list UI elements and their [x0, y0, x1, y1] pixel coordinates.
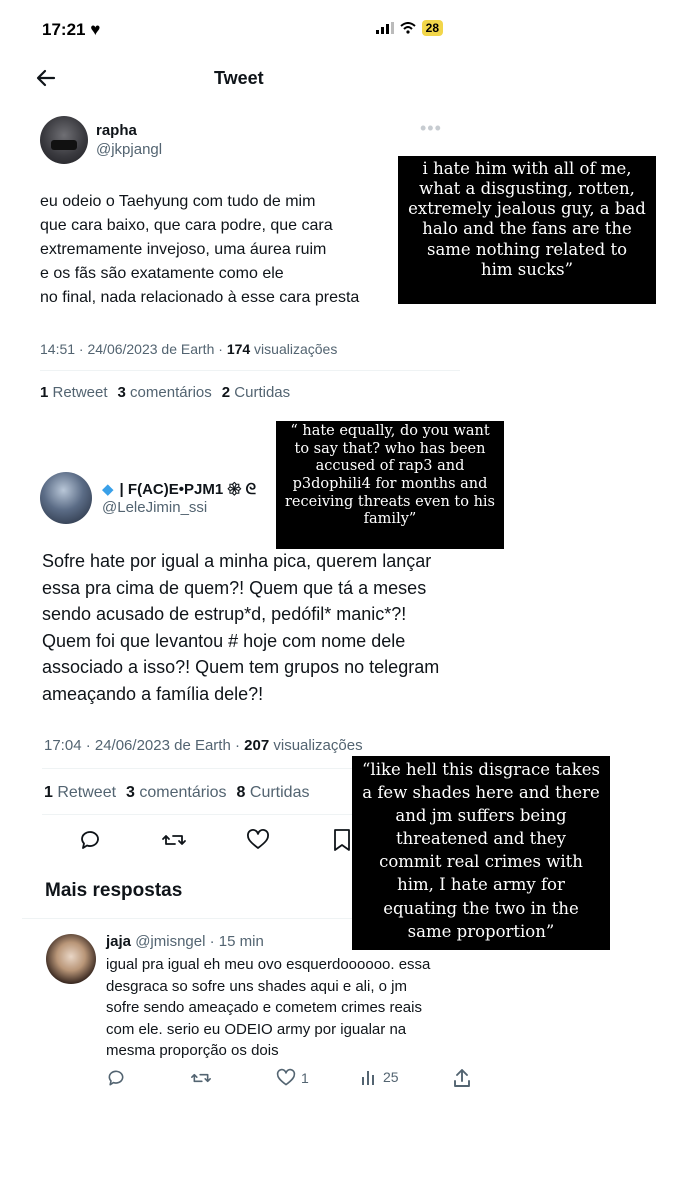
reply-icon[interactable] [78, 828, 102, 852]
tweet-line: que cara baixo, que cara podre, que cara [40, 217, 333, 234]
wifi-icon [399, 22, 416, 34]
avatar[interactable] [40, 472, 92, 524]
author-name[interactable]: rapha [96, 122, 137, 139]
reply-line: igual pra igual eh meu ovo esquerdoooooo… [106, 956, 431, 973]
author-handle[interactable]: @jmisngel [135, 933, 205, 950]
reply-line: sofre sendo ameaçado e cometem crimes re… [106, 999, 422, 1016]
caption-box-3: “like hell this disgrace takes a few sha… [352, 756, 610, 950]
tweet-line: extremamente invejoso, uma áurea ruim [40, 241, 327, 258]
retweet-icon[interactable] [161, 828, 187, 852]
tweet-line: associado a isso?! Quem tem grupos no te… [42, 657, 440, 677]
tweet-line: Sofre hate por igual a minha pica, quere… [42, 551, 432, 571]
tweet-meta: 17:04 · 24/06/2023 de Earth · 207 visual… [44, 737, 363, 754]
like-icon [276, 1068, 296, 1086]
diamond-icon: ◆ [102, 480, 114, 498]
tweet-meta: 14:51 · 24/06/2023 de Earth · 174 visual… [40, 341, 337, 357]
reply-line: com ele. serio eu ODEIO army por igualar… [106, 1020, 407, 1038]
author-name-text: | F(AC)E•PJM1 𑁍 ᘓ [119, 481, 257, 498]
timestamp: 14:51 · 24/06/2023 de Earth · [40, 341, 227, 357]
tweet-line: sendo acusado de estrup*d, pedófil* mani… [42, 604, 407, 624]
reply-text: igual pra igual eh meu ovo esquerdoooooo… [106, 954, 430, 1062]
views-label: visualizações [269, 737, 363, 754]
back-arrow-icon[interactable] [34, 66, 58, 90]
clock-text: 17:21 [42, 20, 86, 39]
author-name[interactable]: jaja [106, 933, 131, 950]
caption-box-2: “ hate equally, do you want to say that?… [276, 421, 504, 549]
tweet-line: Quem foi que levantou # hoje com nome de… [42, 630, 406, 651]
views-label: visualizações [250, 341, 338, 357]
tweet-text: eu odeio o Taehyung com tudo de mim que … [40, 190, 359, 310]
tweet-line: e os fãs são exatamente como ele [40, 265, 284, 282]
comment-count[interactable]: 3 comentários [126, 784, 227, 802]
reply-header: jaja @jmisngel · 15 min [106, 933, 264, 950]
like-count[interactable]: 2 Curtidas [222, 384, 290, 401]
status-time: 17:21 ♥ [42, 20, 100, 40]
more-options-icon[interactable]: ••• [420, 118, 442, 139]
caption-box-1: i hate him with all of me, what a disgus… [398, 156, 656, 304]
reply-icon[interactable] [106, 1068, 126, 1088]
signal-icon [375, 22, 394, 34]
retweet-icon[interactable] [190, 1068, 212, 1088]
retweet-count[interactable]: 1 Retweet [40, 384, 108, 401]
bookmark-icon[interactable] [331, 828, 353, 852]
like-icon[interactable] [246, 828, 270, 852]
share-icon[interactable] [452, 1068, 472, 1088]
retweet-count[interactable]: 1 Retweet [44, 784, 116, 802]
author-handle[interactable]: @jkpjangl [96, 141, 162, 158]
engagement-stats: 1 Retweet 3 comentários 8 Curtidas [44, 784, 309, 802]
tweet-text: Sofre hate por igual a minha pica, quere… [42, 548, 439, 707]
views-action[interactable]: 25 [360, 1068, 399, 1086]
timestamp: 17:04 · 24/06/2023 de Earth · [44, 737, 245, 754]
like-action[interactable]: 1 [276, 1068, 309, 1088]
tweet-line: essa pra cima de quem?! Quem que tá a me… [42, 577, 427, 598]
page-title: Tweet [214, 68, 264, 88]
status-indicators: 28 [375, 20, 443, 36]
tweet-line: no final, nada relacionado à esse cara p… [40, 289, 360, 306]
views-icon [362, 1071, 374, 1085]
reply-time: · 15 min [205, 933, 264, 950]
view-count: 207 [244, 737, 270, 754]
battery-indicator: 28 [421, 20, 443, 36]
author-name[interactable]: ◆ | F(AC)E•PJM1 𑁍 ᘓ [102, 478, 256, 499]
reply-line: mesma proporção os dois [106, 1042, 279, 1059]
like-count: 1 [301, 1070, 309, 1086]
tweet-line: eu odeio o Taehyung com tudo de mim [40, 193, 316, 210]
divider [40, 370, 460, 371]
avatar[interactable] [40, 116, 88, 164]
more-replies-heading: Mais respostas [45, 880, 183, 901]
author-handle[interactable]: @LeleJimin_ssi [102, 499, 207, 516]
tweet-card-1: rapha @jkpjangl ••• eu odeio o Taehyung … [18, 108, 460, 414]
reply-line: desgraca so sofre uns shades aqui e ali,… [106, 977, 408, 995]
tweet-line: ameaçando a família dele?! [42, 683, 264, 704]
engagement-stats: 1 Retweet 3 comentários 2 Curtidas [40, 384, 290, 401]
comment-count[interactable]: 3 comentários [118, 384, 212, 401]
avatar[interactable] [46, 934, 96, 984]
view-count: 174 [226, 341, 251, 357]
heart-icon: ♥ [90, 20, 101, 39]
like-count[interactable]: 8 Curtidas [237, 784, 310, 802]
view-count: 25 [383, 1069, 399, 1085]
